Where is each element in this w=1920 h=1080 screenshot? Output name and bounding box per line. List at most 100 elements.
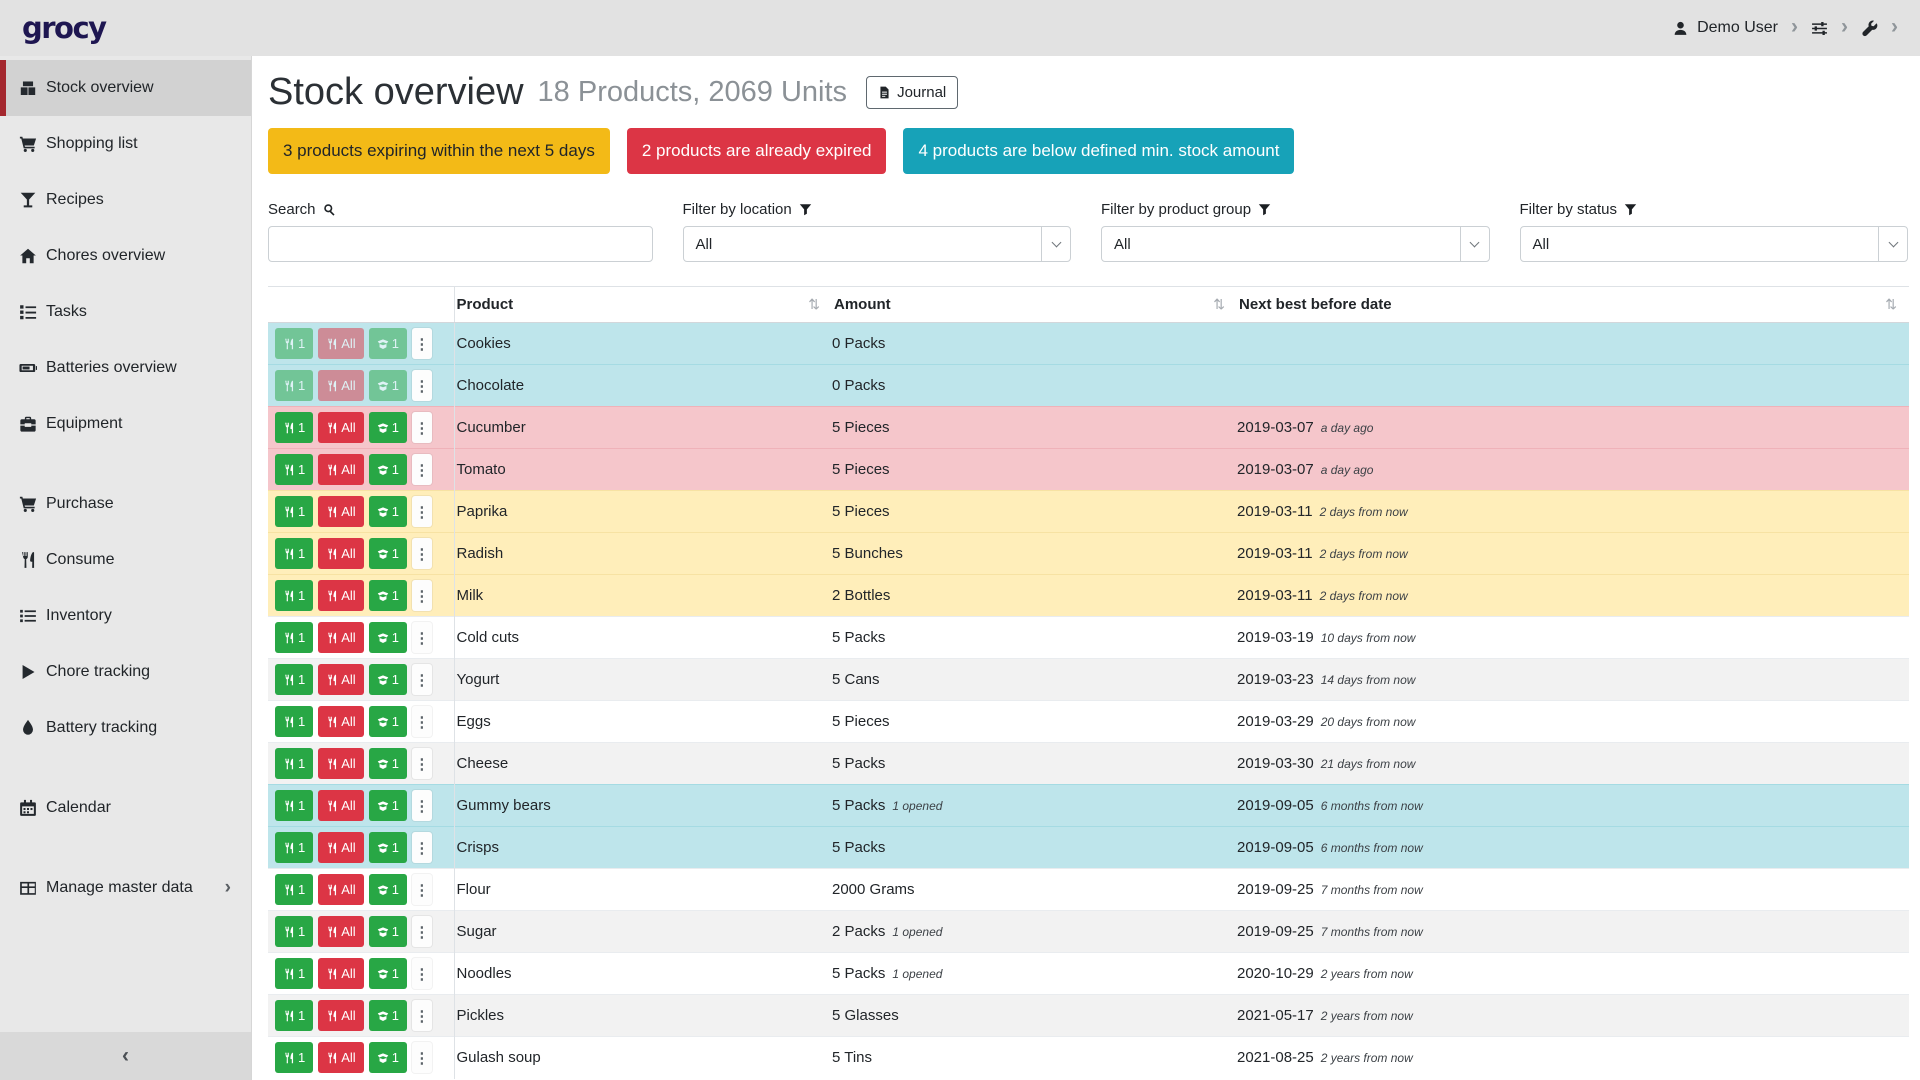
open-one-button[interactable]: 1 [369, 916, 407, 947]
open-one-button[interactable]: 1 [369, 874, 407, 905]
user-menu[interactable]: Demo User [1672, 19, 1778, 37]
consume-one-button[interactable]: 1 [275, 748, 313, 779]
row-menu-button[interactable]: ⋮ [412, 370, 432, 401]
column-header-amount[interactable]: Amount ⇅ [832, 287, 1237, 323]
sidebar-item-manage-master-data[interactable]: Manage master data › [0, 860, 251, 916]
open-one-button[interactable]: 1 [369, 790, 407, 821]
row-menu-button[interactable]: ⋮ [412, 412, 432, 443]
row-menu-button[interactable]: ⋮ [412, 874, 432, 905]
row-menu-button[interactable]: ⋮ [412, 1042, 432, 1073]
row-menu-button[interactable]: ⋮ [412, 664, 432, 695]
consume-one-button[interactable]: 1 [275, 790, 313, 821]
sidebar-item-chore-tracking[interactable]: Chore tracking [0, 644, 251, 700]
open-one-button[interactable]: 1 [369, 1000, 407, 1031]
location-filter-select[interactable]: All [683, 226, 1072, 262]
open-one-button[interactable]: 1 [369, 370, 407, 401]
app-logo[interactable]: grocy [22, 11, 106, 45]
open-one-button[interactable]: 1 [369, 664, 407, 695]
consume-one-button[interactable]: 1 [275, 580, 313, 611]
consume-one-button[interactable]: 1 [275, 538, 313, 569]
sidebar-item-calendar[interactable]: Calendar [0, 780, 251, 836]
open-one-button[interactable]: 1 [369, 748, 407, 779]
row-menu-button[interactable]: ⋮ [412, 496, 432, 527]
consume-all-button[interactable]: All [318, 538, 363, 569]
consume-one-button[interactable]: 1 [275, 1042, 313, 1073]
consume-one-button[interactable]: 1 [275, 874, 313, 905]
consume-all-button[interactable]: All [318, 454, 363, 485]
consume-one-button[interactable]: 1 [275, 370, 313, 401]
row-menu-button[interactable]: ⋮ [412, 622, 432, 653]
row-menu-button[interactable]: ⋮ [412, 916, 432, 947]
consume-all-button[interactable]: All [318, 832, 363, 863]
row-menu-button[interactable]: ⋮ [412, 748, 432, 779]
consume-all-button[interactable]: All [318, 874, 363, 905]
column-header-product[interactable]: Product ⇅ [454, 287, 832, 323]
open-one-button[interactable]: 1 [369, 538, 407, 569]
consume-one-button[interactable]: 1 [275, 622, 313, 653]
status-filter-select[interactable]: All [1520, 226, 1909, 262]
open-one-button[interactable]: 1 [369, 1042, 407, 1073]
open-one-button[interactable]: 1 [369, 832, 407, 863]
consume-one-button[interactable]: 1 [275, 706, 313, 737]
sidebar-item-shopping-list[interactable]: Shopping list [0, 116, 251, 172]
consume-one-button[interactable]: 1 [275, 958, 313, 989]
open-one-button[interactable]: 1 [369, 958, 407, 989]
row-menu-button[interactable]: ⋮ [412, 538, 432, 569]
open-one-button[interactable]: 1 [369, 328, 407, 359]
consume-one-button[interactable]: 1 [275, 916, 313, 947]
sidebar-item-consume[interactable]: Consume [0, 532, 251, 588]
open-one-button[interactable]: 1 [369, 412, 407, 443]
alert-expired[interactable]: 2 products are already expired [627, 128, 887, 174]
sidebar-item-equipment[interactable]: Equipment [0, 396, 251, 452]
sidebar-item-batteries-overview[interactable]: Batteries overview [0, 340, 251, 396]
sidebar-item-tasks[interactable]: Tasks [0, 284, 251, 340]
alert-expiring[interactable]: 3 products expiring within the next 5 da… [268, 128, 610, 174]
row-menu-button[interactable]: ⋮ [412, 790, 432, 821]
open-one-button[interactable]: 1 [369, 454, 407, 485]
row-menu-button[interactable]: ⋮ [412, 328, 432, 359]
row-menu-button[interactable]: ⋮ [412, 832, 432, 863]
consume-all-button[interactable]: All [318, 748, 363, 779]
consume-all-button[interactable]: All [318, 496, 363, 527]
alert-below-min-stock[interactable]: 4 products are below defined min. stock … [903, 128, 1294, 174]
row-menu-button[interactable]: ⋮ [412, 958, 432, 989]
open-one-button[interactable]: 1 [369, 622, 407, 653]
consume-all-button[interactable]: All [318, 664, 363, 695]
sidebar-item-stock-overview[interactable]: Stock overview [0, 60, 251, 116]
open-one-button[interactable]: 1 [369, 580, 407, 611]
settings-menu[interactable] [1811, 20, 1828, 37]
consume-one-button[interactable]: 1 [275, 328, 313, 359]
consume-one-button[interactable]: 1 [275, 1000, 313, 1031]
row-menu-button[interactable]: ⋮ [412, 454, 432, 485]
consume-all-button[interactable]: All [318, 328, 363, 359]
consume-all-button[interactable]: All [318, 1042, 363, 1073]
consume-all-button[interactable]: All [318, 958, 363, 989]
consume-all-button[interactable]: All [318, 622, 363, 653]
consume-one-button[interactable]: 1 [275, 664, 313, 695]
consume-one-button[interactable]: 1 [275, 496, 313, 527]
row-menu-button[interactable]: ⋮ [412, 580, 432, 611]
row-menu-button[interactable]: ⋮ [412, 1000, 432, 1031]
consume-all-button[interactable]: All [318, 790, 363, 821]
sidebar-collapse-button[interactable]: ‹ [0, 1032, 251, 1080]
consume-all-button[interactable]: All [318, 706, 363, 737]
consume-all-button[interactable]: All [318, 370, 363, 401]
consume-one-button[interactable]: 1 [275, 412, 313, 443]
product-group-filter-select[interactable]: All [1101, 226, 1490, 262]
sidebar-item-recipes[interactable]: Recipes [0, 172, 251, 228]
sidebar-item-inventory[interactable]: Inventory [0, 588, 251, 644]
consume-all-button[interactable]: All [318, 916, 363, 947]
column-header-next-best-before-date[interactable]: Next best before date ⇅ [1237, 287, 1909, 323]
consume-all-button[interactable]: All [318, 580, 363, 611]
open-one-button[interactable]: 1 [369, 706, 407, 737]
sidebar-item-chores-overview[interactable]: Chores overview [0, 228, 251, 284]
consume-all-button[interactable]: All [318, 1000, 363, 1031]
admin-menu[interactable] [1861, 20, 1878, 37]
consume-one-button[interactable]: 1 [275, 832, 313, 863]
open-one-button[interactable]: 1 [369, 496, 407, 527]
journal-button[interactable]: Journal [866, 76, 958, 109]
sidebar-item-purchase[interactable]: Purchase [0, 476, 251, 532]
consume-one-button[interactable]: 1 [275, 454, 313, 485]
sidebar-item-battery-tracking[interactable]: Battery tracking [0, 700, 251, 756]
row-menu-button[interactable]: ⋮ [412, 706, 432, 737]
